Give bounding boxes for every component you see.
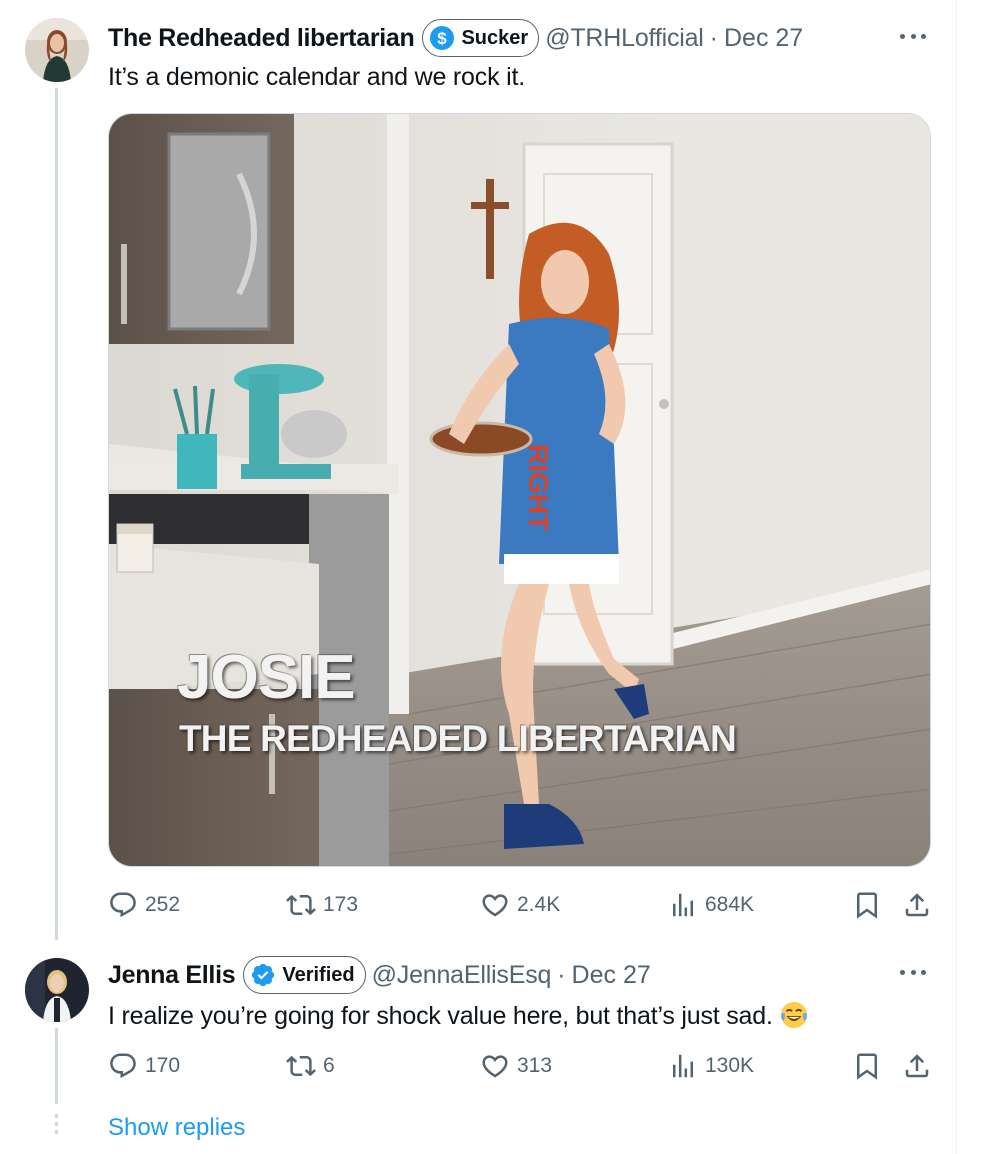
- thread-line: [55, 88, 58, 940]
- verified-check-icon: [252, 963, 275, 987]
- analytics-icon: [673, 893, 693, 917]
- tweet-header: The Redheaded libertarian $ Sucker @TRHL…: [108, 19, 803, 57]
- repost-button[interactable]: 6: [286, 1046, 335, 1086]
- author-handle[interactable]: @TRHLofficial: [545, 24, 704, 53]
- timeline-border: [956, 0, 957, 1154]
- badge-label: Sucker: [461, 26, 529, 49]
- repost-count: 173: [323, 893, 359, 916]
- heart-icon: [482, 894, 508, 917]
- verified-badge[interactable]: Verified: [243, 956, 366, 994]
- thread-line: [55, 1028, 58, 1104]
- badge-label: Verified: [282, 963, 355, 986]
- analytics-icon: [673, 1054, 693, 1078]
- separator: ·: [709, 23, 718, 52]
- tweet-media[interactable]: RIGHT JOSIE THE REDHEADED LIBERTARIAN: [108, 113, 931, 867]
- tweet-text: It’s a demonic calendar and we rock it.: [108, 63, 525, 91]
- views-button[interactable]: 684K: [668, 885, 754, 925]
- tweet-reply[interactable]: Jenna Ellis Verified @JennaEllisEsq · De…: [0, 940, 956, 1154]
- share-button[interactable]: [902, 1046, 932, 1086]
- tweet-text: I realize you’re going for shock value h…: [108, 1000, 809, 1031]
- more-options-icon[interactable]: [900, 970, 926, 978]
- author-handle[interactable]: @JennaEllisEsq: [372, 961, 552, 990]
- show-replies-link[interactable]: Show replies: [108, 1114, 245, 1142]
- like-button[interactable]: 2.4K: [480, 885, 560, 925]
- author-name[interactable]: Jenna Ellis: [108, 961, 236, 990]
- tweet-date[interactable]: Dec 27: [724, 24, 803, 53]
- dollar-icon: $: [430, 26, 455, 50]
- tweet-date[interactable]: Dec 27: [572, 961, 651, 990]
- joy-emoji-icon: [780, 1001, 807, 1029]
- views-count: 684K: [705, 893, 755, 916]
- reply-count: 252: [145, 893, 181, 916]
- share-button[interactable]: [902, 885, 932, 925]
- separator: ·: [557, 960, 566, 989]
- avatar[interactable]: [25, 18, 89, 82]
- repost-count: 6: [323, 1054, 335, 1077]
- repost-button[interactable]: 173: [286, 885, 358, 925]
- reply-button[interactable]: 170: [108, 1046, 180, 1086]
- reply-icon: [110, 892, 136, 918]
- like-count: 2.4K: [517, 893, 561, 916]
- tweet-original[interactable]: The Redheaded libertarian $ Sucker @TRHL…: [0, 0, 956, 940]
- share-icon: [905, 893, 929, 917]
- views-button[interactable]: 130K: [668, 1046, 754, 1086]
- tweet-text-body: I realize you’re going for shock value h…: [108, 1002, 773, 1030]
- like-button[interactable]: 313: [480, 1046, 552, 1086]
- author-name[interactable]: The Redheaded libertarian: [108, 24, 415, 53]
- tweet-header: Jenna Ellis Verified @JennaEllisEsq · De…: [108, 956, 651, 994]
- reply-button[interactable]: 252: [108, 885, 180, 925]
- media-overlay-subtitle: THE REDHEADED LIBERTARIAN: [179, 718, 737, 759]
- media-overlay-title: JOSIE: [177, 643, 356, 712]
- reply-count: 170: [145, 1054, 181, 1077]
- sucker-badge[interactable]: $ Sucker: [422, 19, 540, 57]
- bookmark-button[interactable]: [852, 1046, 882, 1086]
- views-count: 130K: [705, 1054, 755, 1077]
- bookmark-icon: [857, 1053, 877, 1080]
- tweet-actions: 252 173 2.4K 684K: [108, 885, 932, 925]
- thread-dots: [55, 1114, 58, 1138]
- bookmark-button[interactable]: [852, 885, 882, 925]
- avatar[interactable]: [25, 958, 89, 1022]
- like-count: 313: [517, 1054, 553, 1077]
- heart-icon: [482, 1055, 508, 1078]
- reply-icon: [110, 1053, 136, 1079]
- svg-text:$: $: [438, 29, 448, 48]
- repost-icon: [286, 1055, 316, 1077]
- share-icon: [905, 1054, 929, 1078]
- bookmark-icon: [857, 892, 877, 919]
- repost-icon: [286, 894, 316, 916]
- tweet-actions: 170 6 313 130K: [108, 1046, 932, 1086]
- svg-text:RIGHT: RIGHT: [523, 444, 554, 531]
- more-options-icon[interactable]: [900, 34, 926, 42]
